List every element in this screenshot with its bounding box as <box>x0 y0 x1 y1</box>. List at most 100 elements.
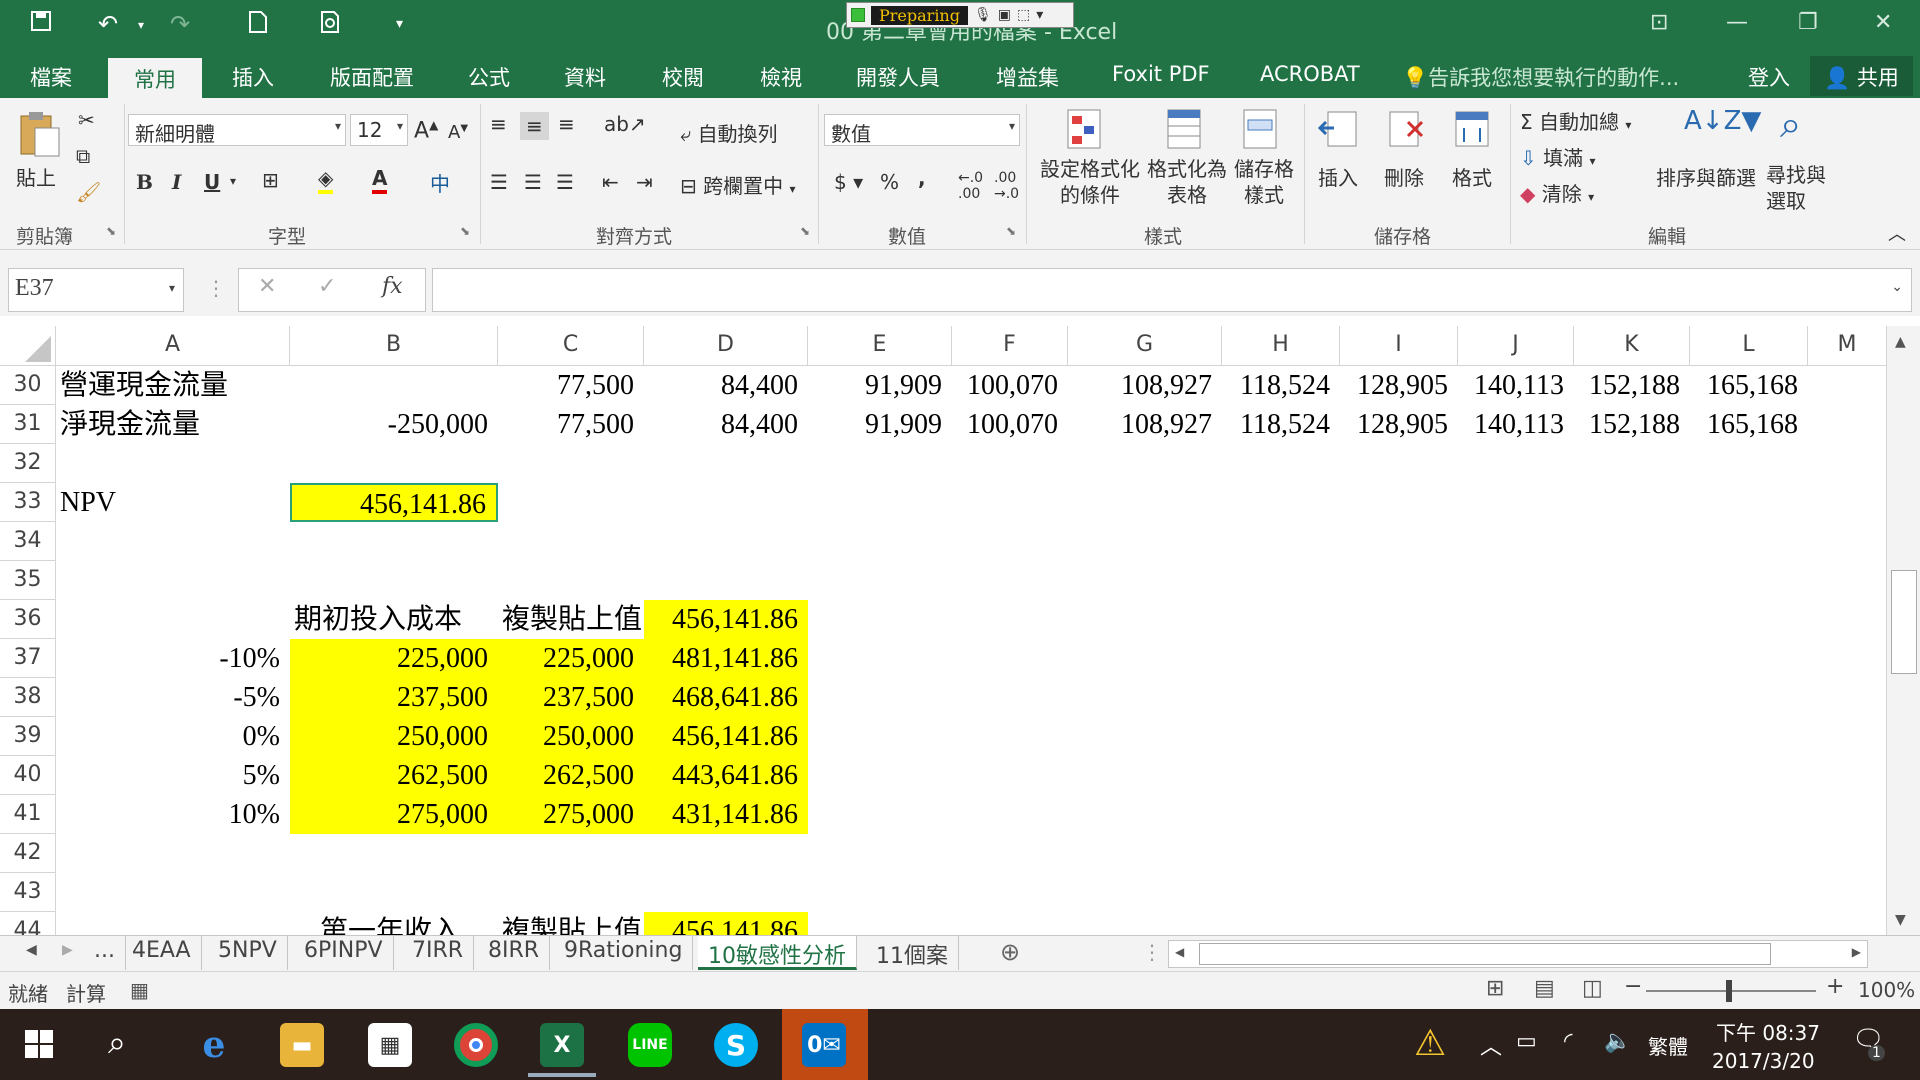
row-header[interactable]: 32 <box>0 444 56 483</box>
vertical-scroll-thumb[interactable] <box>1891 570 1917 674</box>
conditional-format-button[interactable]: 設定格式化的條件 <box>1034 156 1146 208</box>
cell-a30[interactable]: 營運現金流量 <box>60 366 290 405</box>
column-header-m[interactable]: M <box>1808 326 1886 366</box>
sheet-tab-6pinpv[interactable]: 6PINPV <box>294 936 394 970</box>
row-header[interactable]: 43 <box>0 873 56 912</box>
zoom-slider-thumb[interactable] <box>1726 980 1732 1002</box>
tab-insert[interactable]: 插入 <box>232 62 274 92</box>
outlook-icon[interactable]: 0✉ <box>802 1023 846 1067</box>
cell-d36[interactable]: 456,141.86 <box>644 600 808 639</box>
share-button[interactable]: 👤 共用 <box>1810 56 1913 96</box>
fill-button[interactable]: ⇩ 填滿 ▾ <box>1520 142 1596 171</box>
cell-c39[interactable]: 250,000 <box>498 717 644 756</box>
merge-center-button[interactable]: ⊟ 跨欄置中 ▾ <box>680 170 796 199</box>
font-color-icon[interactable]: A <box>372 166 388 194</box>
cell-c44[interactable]: 複製貼上值 <box>502 912 644 935</box>
column-header-d[interactable]: D <box>644 326 808 366</box>
row-header[interactable]: 30 <box>0 366 56 405</box>
undo-icon[interactable]: ↶ <box>98 10 118 38</box>
cell-b39[interactable]: 250,000 <box>290 717 498 756</box>
warning-icon[interactable]: ⚠ <box>1414 1023 1446 1064</box>
clipboard-launcher-icon[interactable]: ⬊ <box>106 224 116 238</box>
cell-b31[interactable]: -250,000 <box>290 405 498 444</box>
cell-f30[interactable]: 100,070 <box>952 366 1068 405</box>
row-header[interactable]: 31 <box>0 405 56 444</box>
orientation-icon[interactable]: ab↗ <box>604 112 646 136</box>
taskbar-time[interactable]: 下午 08:37 <box>1716 1017 1820 1046</box>
cancel-formula-icon[interactable]: ✕ <box>258 274 276 299</box>
cell-d30[interactable]: 84,400 <box>644 366 808 405</box>
cell-j30[interactable]: 140,113 <box>1458 366 1574 405</box>
row-header[interactable]: 38 <box>0 678 56 717</box>
currency-icon[interactable]: $ ▾ <box>834 170 863 194</box>
decrease-decimal-icon[interactable]: .00 →.0 <box>994 170 1019 202</box>
scroll-right-icon[interactable]: ▶ <box>1852 945 1861 959</box>
zoom-out-icon[interactable]: − <box>1624 974 1642 999</box>
sheet-tab-7irr[interactable]: 7IRR <box>402 936 475 970</box>
format-as-table-icon[interactable] <box>1164 106 1208 154</box>
column-header-c[interactable]: C <box>498 326 644 366</box>
volume-icon[interactable]: 🔈 <box>1604 1029 1631 1054</box>
print-preview-icon[interactable] <box>320 10 342 40</box>
align-bottom-icon[interactable]: ≡ <box>558 112 575 136</box>
cell-b33-npv[interactable]: 456,141.86 <box>290 483 498 522</box>
row-header[interactable]: 37 <box>0 639 56 678</box>
row-header[interactable]: 42 <box>0 834 56 873</box>
insert-cells-icon[interactable] <box>1316 106 1360 154</box>
vertical-scrollbar[interactable]: ▲ ▼ <box>1886 326 1920 935</box>
column-header-k[interactable]: K <box>1574 326 1690 366</box>
find-select-button[interactable]: 尋找與選取 <box>1766 162 1828 214</box>
sort-filter-icon[interactable]: A↓Z▼ <box>1684 106 1761 136</box>
minimize-icon[interactable]: — <box>1726 10 1748 35</box>
cell-d38[interactable]: 468,641.86 <box>644 678 808 717</box>
cell-c36[interactable]: 複製貼上值 <box>502 600 644 639</box>
row-header[interactable]: 33 <box>0 483 56 522</box>
cell-d31[interactable]: 84,400 <box>644 405 808 444</box>
decrease-indent-icon[interactable]: ⇤ <box>602 170 619 194</box>
cell-f31[interactable]: 100,070 <box>952 405 1068 444</box>
tab-addins[interactable]: 增益集 <box>996 62 1059 92</box>
sheet-tab-10-sensitivity[interactable]: 10敏感性分析 <box>698 936 857 970</box>
paste-icon[interactable] <box>14 108 64 160</box>
tab-formulas[interactable]: 公式 <box>468 62 510 92</box>
sheet-tab-4eaa[interactable]: 4EAA <box>122 936 202 970</box>
cell-c41[interactable]: 275,000 <box>498 795 644 834</box>
cell-b37[interactable]: 225,000 <box>290 639 498 678</box>
tab-file[interactable]: 檔案 <box>30 62 72 92</box>
sign-in-link[interactable]: 登入 <box>1748 62 1790 92</box>
store-icon[interactable]: ▦ <box>368 1023 412 1067</box>
increase-font-icon[interactable]: A▲ <box>414 118 438 143</box>
column-header-a[interactable]: A <box>56 326 290 366</box>
column-header-l[interactable]: L <box>1690 326 1808 366</box>
cell-b40[interactable]: 262,500 <box>290 756 498 795</box>
recorder-widget[interactable]: Preparing 🎙 ▣ ⬚ ▾ <box>846 2 1074 28</box>
cell-d39[interactable]: 456,141.86 <box>644 717 808 756</box>
cell-d40[interactable]: 443,641.86 <box>644 756 808 795</box>
percent-icon[interactable]: % <box>880 170 899 194</box>
skype-icon[interactable]: S <box>714 1023 758 1067</box>
cell-d41[interactable]: 431,141.86 <box>644 795 808 834</box>
conditional-format-icon[interactable] <box>1064 106 1108 154</box>
edge-browser-icon[interactable]: e <box>192 1023 236 1067</box>
cell-k30[interactable]: 152,188 <box>1574 366 1690 405</box>
cell-styles-icon[interactable] <box>1240 106 1284 154</box>
macro-record-icon[interactable]: ▦ <box>130 978 149 1002</box>
chrome-icon[interactable] <box>454 1023 498 1067</box>
underline-button[interactable]: U <box>204 170 220 194</box>
cell-a31[interactable]: 淨現金流量 <box>60 405 290 444</box>
name-box[interactable]: E37 ▾ <box>8 268 184 312</box>
cell-a33[interactable]: NPV <box>60 483 290 522</box>
cell-c37[interactable]: 225,000 <box>498 639 644 678</box>
row-header[interactable]: 41 <box>0 795 56 834</box>
increase-indent-icon[interactable]: ⇥ <box>636 170 653 194</box>
cell-styles-button[interactable]: 儲存格樣式 <box>1230 156 1298 208</box>
tab-data[interactable]: 資料 <box>564 62 606 92</box>
file-explorer-icon[interactable]: ▬ <box>280 1023 324 1067</box>
new-file-icon[interactable] <box>248 10 268 40</box>
close-icon[interactable]: ✕ <box>1874 10 1892 35</box>
tab-foxit-pdf[interactable]: Foxit PDF <box>1112 62 1210 86</box>
scroll-tabs-right-icon[interactable]: ▶ <box>62 942 73 958</box>
cell-l31[interactable]: 165,168 <box>1690 405 1808 444</box>
column-header-g[interactable]: G <box>1068 326 1222 366</box>
fill-color-icon[interactable]: ◈ <box>318 166 334 194</box>
